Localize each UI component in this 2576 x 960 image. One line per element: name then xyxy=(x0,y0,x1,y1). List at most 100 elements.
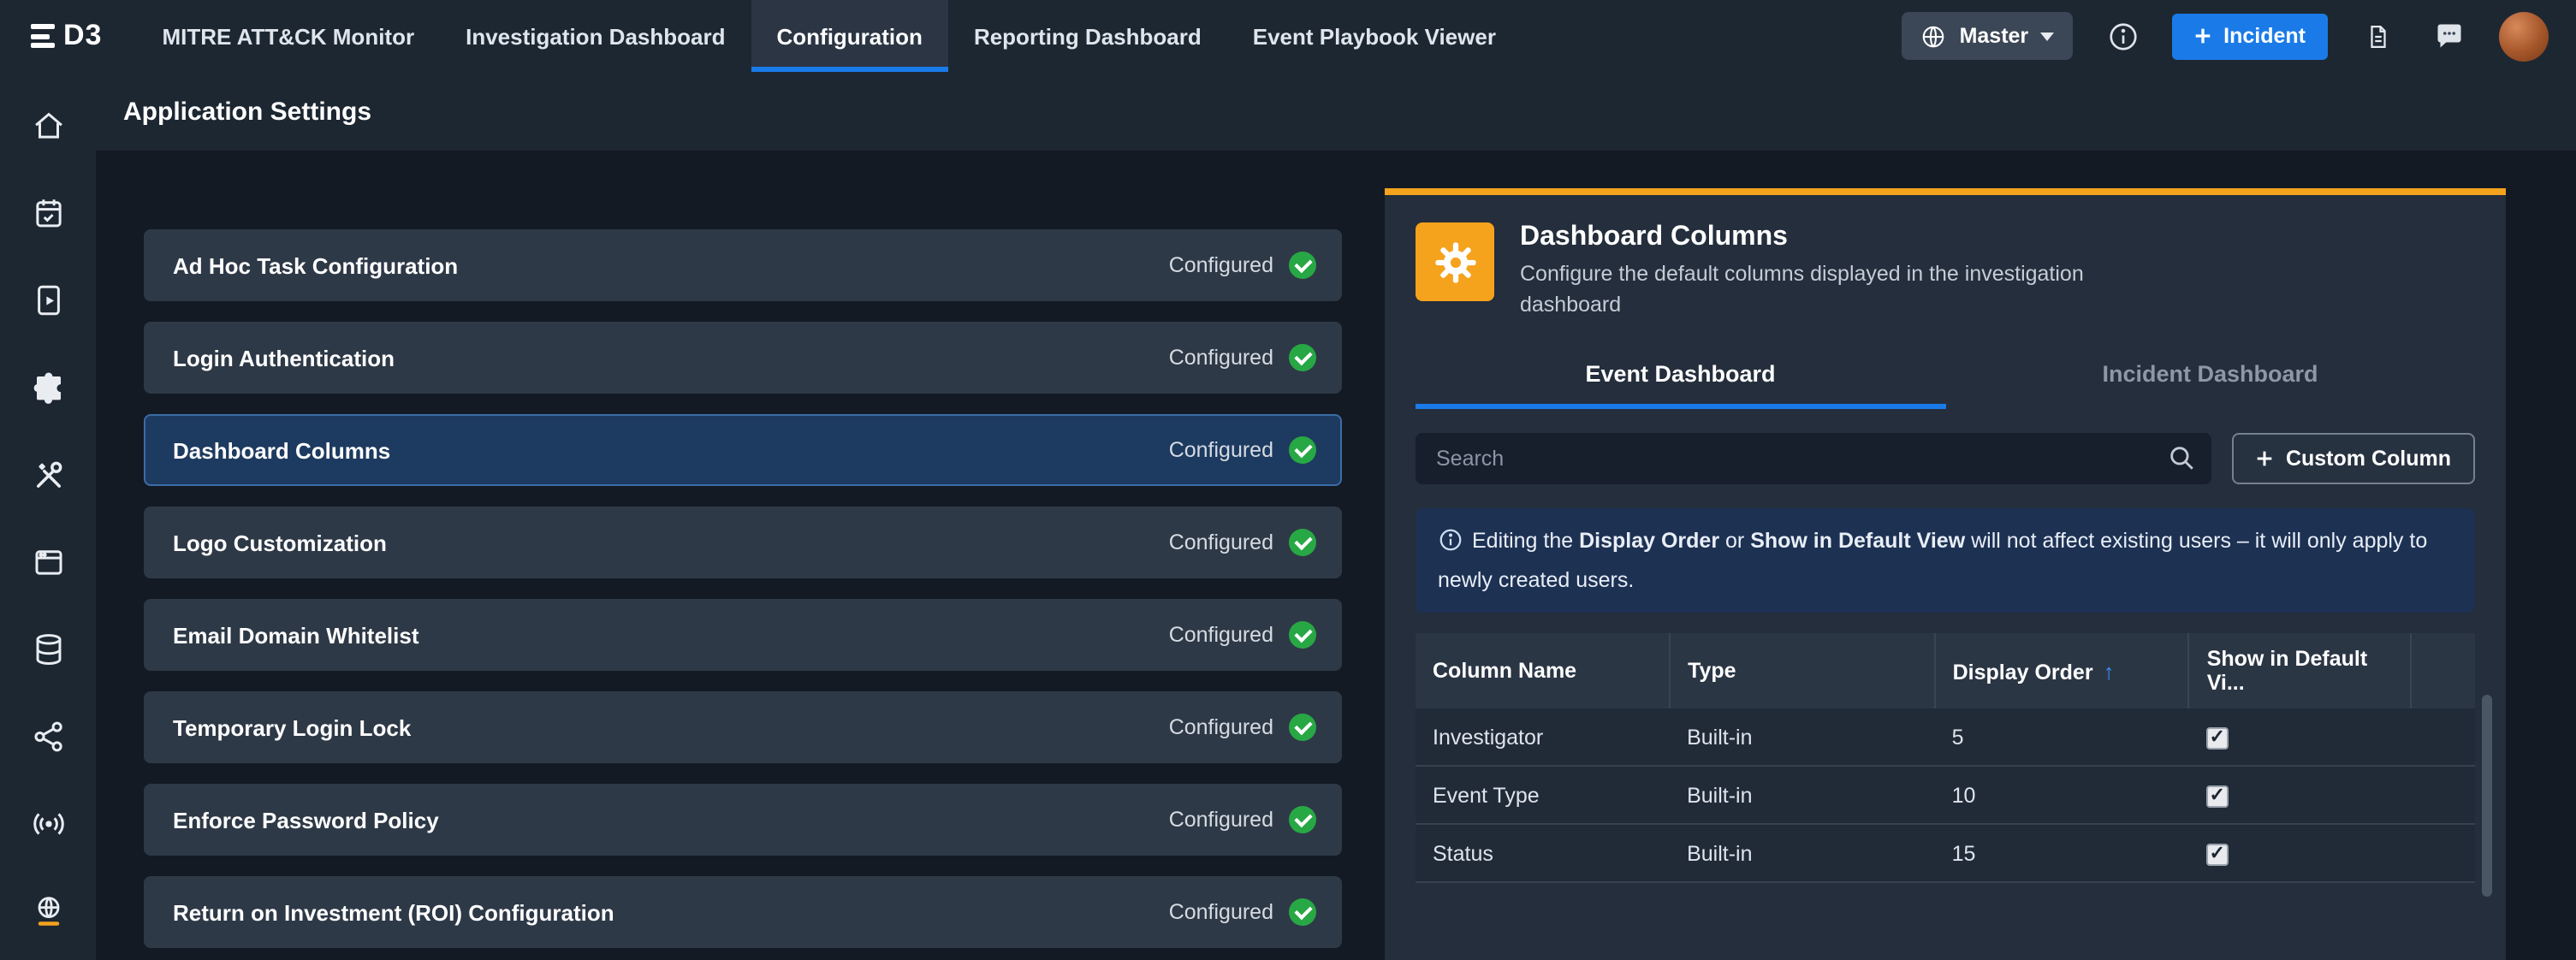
utilities-tools-icon[interactable] xyxy=(15,441,80,507)
status-text: Configured xyxy=(1169,623,1273,647)
cell-display-order: 15 xyxy=(1935,825,2189,883)
nav-reporting-dashboard[interactable]: Reporting Dashboard xyxy=(948,0,1227,72)
status-text: Configured xyxy=(1169,253,1273,277)
integrations-puzzle-icon[interactable] xyxy=(15,354,80,419)
master-site-dropdown[interactable]: Master xyxy=(1902,12,2074,60)
setting-ad-hoc-task-configuration[interactable]: Ad Hoc Task Configuration Configured xyxy=(144,229,1342,301)
status-text: Configured xyxy=(1169,438,1273,462)
setting-label: Email Domain Whitelist xyxy=(173,622,419,648)
page-header: Application Settings xyxy=(96,72,2576,151)
table-row[interactable]: Investigator Built-in 5 xyxy=(1416,709,2475,767)
database-icon[interactable] xyxy=(15,616,80,681)
cell-column-name: Investigator xyxy=(1416,709,1670,767)
plus-icon xyxy=(2257,451,2274,468)
setting-label: Logo Customization xyxy=(173,530,387,555)
left-sidebar xyxy=(0,72,96,960)
show-in-default-checkbox[interactable] xyxy=(2206,844,2229,867)
page-title: Application Settings xyxy=(123,97,371,126)
dashboard-columns-panel: Dashboard Columns Configure the default … xyxy=(1385,188,2506,960)
search-input[interactable] xyxy=(1416,434,2212,485)
user-avatar[interactable] xyxy=(2499,11,2549,61)
setting-roi-configuration[interactable]: Return on Investment (ROI) Configuration… xyxy=(144,876,1342,948)
setting-label: Ad Hoc Task Configuration xyxy=(173,252,458,278)
header-type[interactable]: Type xyxy=(1670,634,1935,709)
info-banner: Editing the Display Order or Show in Def… xyxy=(1416,509,2475,613)
setting-dashboard-columns[interactable]: Dashboard Columns Configured xyxy=(144,414,1342,486)
status-text: Configured xyxy=(1169,808,1273,832)
table-scrollbar[interactable] xyxy=(2482,696,2492,898)
panel-subtitle: Configure the default columns displayed … xyxy=(1520,258,2136,321)
calendar-check-icon[interactable] xyxy=(15,180,80,245)
nav-event-playbook-viewer[interactable]: Event Playbook Viewer xyxy=(1227,0,1522,72)
chevron-down-icon xyxy=(2040,32,2054,40)
globe-icon xyxy=(1920,22,1948,50)
configured-check-icon xyxy=(1289,529,1316,556)
setting-label: Temporary Login Lock xyxy=(173,714,411,740)
configured-check-icon xyxy=(1289,436,1316,464)
header-empty xyxy=(2412,634,2475,709)
header-show-in-default-view[interactable]: Show in Default Vi... xyxy=(2189,634,2412,709)
app-logo[interactable]: D3 xyxy=(0,0,136,72)
chat-icon[interactable] xyxy=(2427,14,2472,58)
nav-mitre-attck-monitor[interactable]: MITRE ATT&CK Monitor xyxy=(136,0,440,72)
cell-type: Built-in xyxy=(1670,767,1935,825)
top-navbar: D3 MITRE ATT&CK Monitor Investigation Da… xyxy=(0,0,2576,72)
navbar-right: Master Incident xyxy=(1902,0,2576,72)
header-display-order[interactable]: Display Order↑ xyxy=(1935,634,2189,709)
home-icon[interactable] xyxy=(15,92,80,157)
status-text: Configured xyxy=(1169,900,1273,924)
tab-event-dashboard[interactable]: Event Dashboard xyxy=(1416,348,1945,410)
broadcast-icon[interactable] xyxy=(15,791,80,856)
nav-investigation-dashboard[interactable]: Investigation Dashboard xyxy=(440,0,751,72)
info-icon[interactable] xyxy=(2100,14,2145,58)
setting-label: Return on Investment (ROI) Configuration xyxy=(173,899,614,925)
setting-label: Login Authentication xyxy=(173,345,395,370)
search-row: Custom Column xyxy=(1416,434,2475,485)
document-icon[interactable] xyxy=(2355,14,2400,58)
gear-icon xyxy=(1416,222,1494,301)
table-header-row: Column Name Type Display Order↑ Show in … xyxy=(1416,634,2475,709)
status-text: Configured xyxy=(1169,715,1273,739)
cell-type: Built-in xyxy=(1670,709,1935,767)
setting-email-domain-whitelist[interactable]: Email Domain Whitelist Configured xyxy=(144,599,1342,671)
setting-login-authentication[interactable]: Login Authentication Configured xyxy=(144,322,1342,394)
configured-check-icon xyxy=(1289,344,1316,371)
configured-check-icon xyxy=(1289,621,1316,649)
cell-type: Built-in xyxy=(1670,825,1935,883)
logo-text: D3 xyxy=(63,19,102,53)
cell-column-name: Event Type xyxy=(1416,767,1670,825)
logo-bars-icon xyxy=(31,24,55,48)
nav-configuration[interactable]: Configuration xyxy=(751,0,948,72)
playbook-icon[interactable] xyxy=(15,267,80,332)
custom-column-button[interactable]: Custom Column xyxy=(2233,434,2475,485)
info-icon xyxy=(1438,528,1463,564)
globe-language-icon[interactable] xyxy=(15,878,80,943)
cell-display-order: 10 xyxy=(1935,767,2189,825)
dashboard-tabs: Event Dashboard Incident Dashboard xyxy=(1416,348,2475,410)
setting-label: Dashboard Columns xyxy=(173,437,390,463)
setting-temporary-login-lock[interactable]: Temporary Login Lock Configured xyxy=(144,691,1342,763)
setting-enforce-password-policy[interactable]: Enforce Password Policy Configured xyxy=(144,784,1342,856)
new-incident-button[interactable]: Incident xyxy=(2172,13,2328,59)
table-row[interactable]: Status Built-in 15 xyxy=(1416,825,2475,883)
configured-check-icon xyxy=(1289,898,1316,926)
panel-header: Dashboard Columns Configure the default … xyxy=(1416,222,2475,321)
configured-check-icon xyxy=(1289,714,1316,741)
table-row[interactable]: Event Type Built-in 10 xyxy=(1416,767,2475,825)
cell-display-order: 5 xyxy=(1935,709,2189,767)
app-root: D3 MITRE ATT&CK Monitor Investigation Da… xyxy=(0,0,2576,960)
sort-ascending-icon: ↑ xyxy=(2104,659,2115,684)
plus-icon xyxy=(2194,27,2211,44)
panel-title: Dashboard Columns xyxy=(1520,222,2136,253)
settings-list: Ad Hoc Task Configuration Configured Log… xyxy=(144,229,1342,960)
window-icon[interactable] xyxy=(15,529,80,594)
main-nav: MITRE ATT&CK Monitor Investigation Dashb… xyxy=(136,0,1522,72)
show-in-default-checkbox[interactable] xyxy=(2206,786,2229,809)
tab-incident-dashboard[interactable]: Incident Dashboard xyxy=(1945,348,2475,410)
share-nodes-icon[interactable] xyxy=(15,703,80,768)
setting-logo-customization[interactable]: Logo Customization Configured xyxy=(144,507,1342,578)
show-in-default-checkbox[interactable] xyxy=(2206,728,2229,750)
header-column-name[interactable]: Column Name xyxy=(1416,634,1670,709)
status-text: Configured xyxy=(1169,530,1273,554)
master-label: Master xyxy=(1960,24,2029,48)
